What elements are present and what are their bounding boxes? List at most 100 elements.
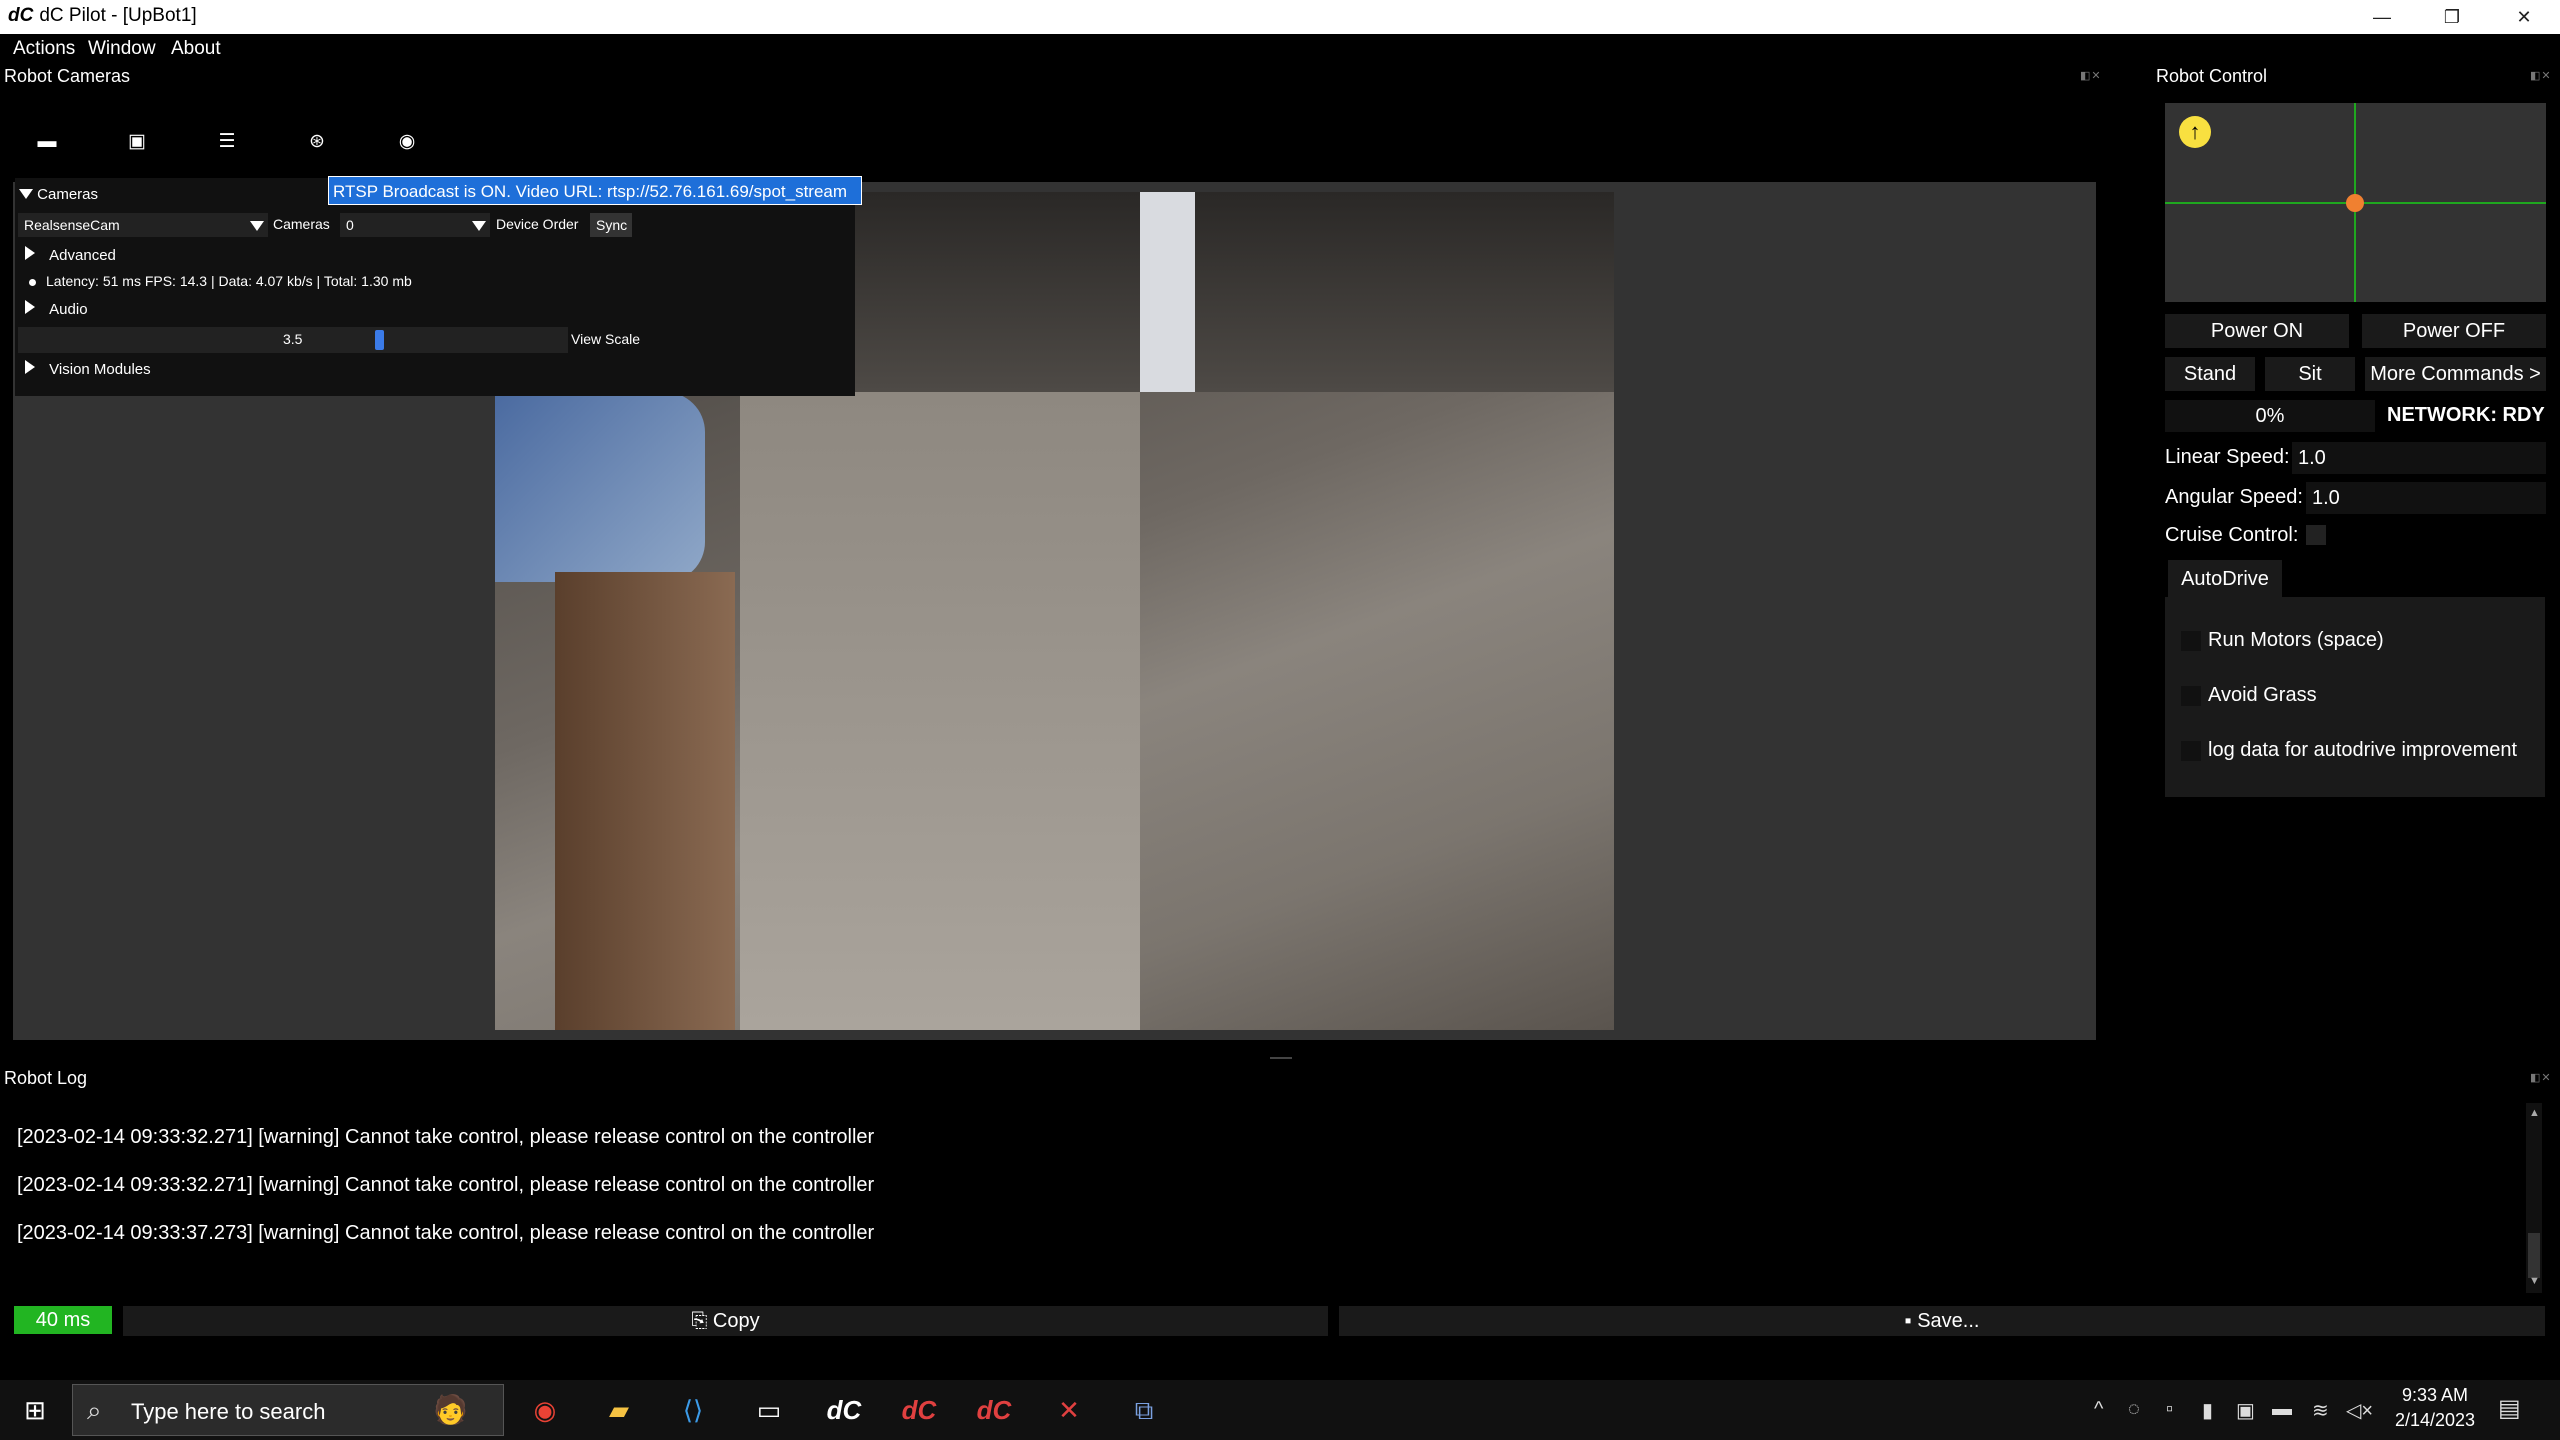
title-bar: dC dC Pilot - [UpBot1] — ❐ ✕ bbox=[0, 0, 2560, 34]
wifi-icon[interactable]: ≋ bbox=[2312, 1398, 2329, 1423]
display-icon[interactable]: ▣ bbox=[2236, 1398, 2255, 1423]
camera-select-value: RealsenseCam bbox=[24, 217, 120, 233]
menu-about[interactable]: About bbox=[171, 38, 221, 60]
folder-open-icon[interactable]: ▬ bbox=[25, 123, 69, 161]
clock[interactable]: 9:33 AM 2/14/2023 bbox=[2380, 1385, 2490, 1431]
log-entry: [2023-02-14 09:33:32.271] [warning] Cann… bbox=[17, 1126, 875, 1148]
save-button[interactable]: ▪ Save... bbox=[1339, 1306, 2545, 1336]
sit-button[interactable]: Sit bbox=[2265, 357, 2355, 391]
list-icon[interactable]: ☰ bbox=[205, 123, 249, 161]
stream-stats-text: Latency: 51 ms FPS: 14.3 | Data: 4.07 kb… bbox=[46, 273, 412, 289]
bullet-icon bbox=[29, 279, 36, 286]
search-box[interactable]: ⌕ Type here to search 🧑 bbox=[72, 1384, 504, 1436]
search-placeholder: Type here to search bbox=[131, 1399, 326, 1424]
minimize-button[interactable]: — bbox=[2348, 0, 2416, 34]
slider-handle[interactable] bbox=[375, 330, 384, 350]
progress-bar: 0% bbox=[2165, 400, 2375, 432]
aperture-icon[interactable]: ⊛ bbox=[295, 123, 339, 161]
notifications-icon[interactable]: ▤ bbox=[2498, 1394, 2521, 1423]
dock-controls-cameras[interactable]: ◧✕ bbox=[2080, 69, 2102, 82]
run-motors-label: Run Motors (space) bbox=[2208, 629, 2384, 651]
camera-tray-icon[interactable]: ▫ bbox=[2166, 1398, 2173, 1421]
linear-speed-input[interactable]: 1.0 bbox=[2292, 442, 2546, 474]
dock-controls-robot[interactable]: ◧✕ bbox=[2530, 69, 2552, 82]
robot-log-title: Robot Log bbox=[4, 1068, 88, 1088]
avoid-grass-label: Avoid Grass bbox=[2208, 684, 2317, 706]
dc-icon-2[interactable]: dC bbox=[892, 1388, 946, 1432]
windows-start-icon[interactable]: ⊞ bbox=[8, 1388, 62, 1432]
menu-window[interactable]: Window bbox=[88, 38, 156, 60]
audio-section-header[interactable]: Audio bbox=[25, 300, 88, 318]
avoid-grass-checkbox[interactable] bbox=[2181, 686, 2201, 706]
arrow-up-icon[interactable]: ↑ bbox=[2179, 116, 2211, 148]
view-scale-slider[interactable]: 3.5 bbox=[18, 327, 568, 353]
chevron-down-icon bbox=[250, 221, 264, 231]
camera-settings-panel: Cameras RealsenseCam Cameras 0 Device Or… bbox=[15, 178, 855, 396]
splitter-handle[interactable] bbox=[1270, 1057, 1292, 1059]
device-order-label: Device Order bbox=[496, 216, 579, 232]
dock-controls-log[interactable]: ◧✕ bbox=[2530, 1071, 2552, 1084]
taskbar: ⊞ ⌕ Type here to search 🧑 ◉ ▰ ⟨⟩ ▭ dC dC… bbox=[0, 1380, 2560, 1440]
battery-icon[interactable]: ▬ bbox=[2272, 1398, 2292, 1421]
run-motors-checkbox[interactable] bbox=[2181, 631, 2201, 651]
microphone-icon[interactable]: ▮ bbox=[2202, 1398, 2213, 1423]
scroll-up-icon[interactable]: ▲ bbox=[2529, 1107, 2540, 1119]
window-title-text: dC Pilot - [UpBot1] bbox=[39, 5, 197, 26]
scroll-thumb[interactable] bbox=[2528, 1233, 2540, 1278]
archive-icon[interactable]: ▣ bbox=[115, 123, 159, 161]
video-floor-center bbox=[740, 392, 1140, 1030]
chevron-right-icon bbox=[25, 246, 35, 260]
sync-button[interactable]: Sync bbox=[590, 213, 632, 237]
copy-button-label: Copy bbox=[712, 1310, 760, 1332]
advanced-label: Advanced bbox=[49, 247, 116, 264]
robot-cameras-title: Robot Cameras bbox=[4, 66, 131, 86]
terminal-icon[interactable]: ▭ bbox=[742, 1388, 796, 1432]
cameras-section-header[interactable]: Cameras bbox=[19, 186, 98, 203]
file-explorer-icon[interactable]: ▰ bbox=[592, 1388, 646, 1432]
advanced-section-header[interactable]: Advanced bbox=[25, 246, 116, 264]
power-off-button[interactable]: Power OFF bbox=[2362, 314, 2546, 348]
cruise-control-checkbox[interactable] bbox=[2306, 525, 2326, 545]
network-tool-icon[interactable]: ⧉ bbox=[1117, 1388, 1171, 1432]
log-area: [2023-02-14 09:33:32.271] [warning] Cann… bbox=[0, 1100, 2545, 1290]
menu-actions[interactable]: Actions bbox=[13, 38, 75, 60]
chevron-right-icon bbox=[25, 300, 35, 314]
angular-speed-input[interactable]: 1.0 bbox=[2306, 482, 2546, 514]
tool-icon[interactable]: ✕ bbox=[1042, 1388, 1096, 1432]
clock-date: 2/14/2023 bbox=[2394, 1410, 2476, 1430]
save-icon: ▪ bbox=[1904, 1310, 1918, 1332]
close-button[interactable]: ✕ bbox=[2490, 0, 2558, 34]
copy-button[interactable]: ⎘ Copy bbox=[123, 1306, 1328, 1336]
vscode-icon[interactable]: ⟨⟩ bbox=[666, 1388, 720, 1432]
camera-select[interactable]: RealsenseCam bbox=[18, 213, 268, 237]
dc-pilot-icon[interactable]: dC bbox=[817, 1388, 871, 1432]
stand-button[interactable]: Stand bbox=[2165, 357, 2255, 391]
dc-icon-3[interactable]: dC bbox=[967, 1388, 1021, 1432]
video-floor-strip bbox=[555, 572, 735, 1030]
volume-mute-icon[interactable]: ◁× bbox=[2346, 1398, 2373, 1423]
tab-autodrive[interactable]: AutoDrive bbox=[2168, 560, 2282, 598]
joystick-dot[interactable] bbox=[2346, 194, 2364, 212]
chevron-down-icon bbox=[19, 189, 33, 199]
more-commands-button[interactable]: More Commands > bbox=[2365, 357, 2546, 391]
power-on-button[interactable]: Power ON bbox=[2165, 314, 2349, 348]
menu-bar: Actions Window About bbox=[0, 34, 2560, 64]
log-entry: [2023-02-14 09:33:32.271] [warning] Cann… bbox=[17, 1174, 875, 1196]
chevron-up-icon[interactable]: ^ bbox=[2094, 1398, 2103, 1421]
joystick-pad[interactable]: ↑ bbox=[2165, 103, 2546, 302]
scroll-down-icon[interactable]: ▼ bbox=[2529, 1275, 2540, 1287]
log-scrollbar[interactable]: ▲ ▼ bbox=[2526, 1103, 2542, 1293]
camera-icon[interactable]: ◉ bbox=[385, 123, 429, 161]
vision-modules-label: Vision Modules bbox=[49, 361, 151, 378]
log-data-checkbox[interactable] bbox=[2181, 741, 2201, 761]
view-scale-label: View Scale bbox=[571, 331, 641, 347]
log-entry: [2023-02-14 09:33:37.273] [warning] Cann… bbox=[17, 1222, 875, 1244]
search-highlight-icon: 🧑 bbox=[433, 1394, 468, 1425]
vision-modules-section-header[interactable]: Vision Modules bbox=[25, 360, 151, 378]
restore-button[interactable]: ❐ bbox=[2418, 0, 2486, 34]
app-logo-icon: dC bbox=[8, 5, 34, 26]
chrome-icon[interactable]: ◉ bbox=[518, 1388, 572, 1432]
latency-badge: 40 ms bbox=[14, 1306, 112, 1334]
headset-icon[interactable]: ◌ bbox=[2128, 1398, 2140, 1421]
cameras-count-select[interactable]: 0 bbox=[340, 213, 490, 237]
